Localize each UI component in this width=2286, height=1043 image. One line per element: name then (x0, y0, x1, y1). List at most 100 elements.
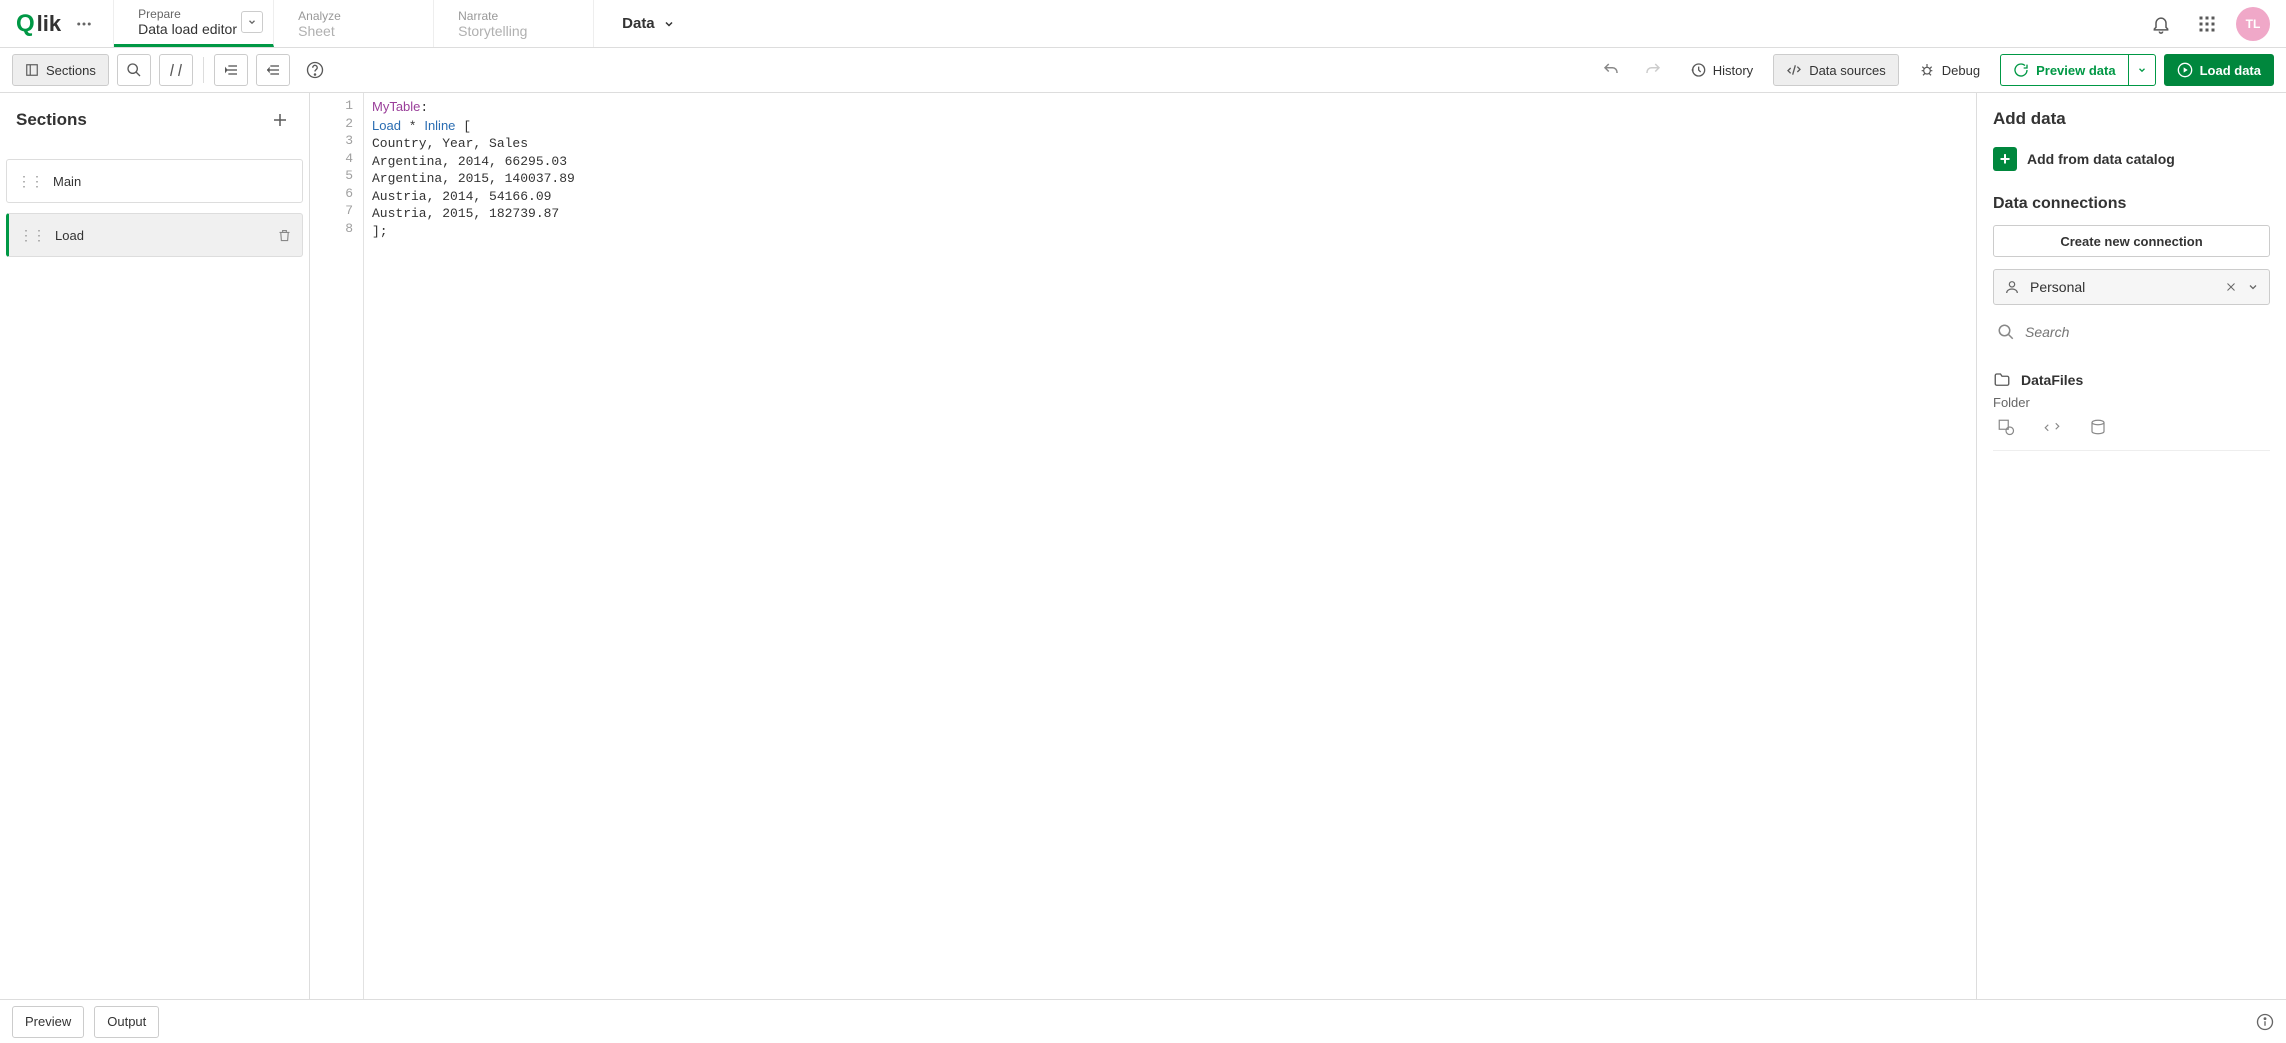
top-nav-bar: Qlik PrepareData load editorAnalyzeSheet… (0, 0, 2286, 48)
data-sources-panel: Add data + Add from data catalog Data co… (1976, 93, 2286, 999)
help-button[interactable] (298, 54, 332, 86)
preview-data-label: Preview data (2036, 63, 2116, 78)
section-item-main[interactable]: ⋮⋮ Main (6, 159, 303, 203)
section-item-label: Main (53, 174, 81, 189)
sections-list: ⋮⋮ Main ⋮⋮ Load (0, 159, 309, 257)
footer-bar: Preview Output (0, 999, 2286, 1043)
preview-data-button[interactable]: Preview data (2000, 54, 2128, 86)
add-section-button[interactable] (267, 107, 293, 133)
code-editor-area: 12345678 MyTable: Load * Inline [ Countr… (310, 93, 1976, 999)
preview-data-dropdown-button[interactable] (2128, 54, 2156, 86)
load-data-label: Load data (2200, 63, 2261, 78)
editor-toolbar: Sections History Data s (0, 48, 2286, 93)
section-item-load[interactable]: ⋮⋮ Load (6, 213, 303, 257)
line-number: 2 (310, 116, 363, 134)
sections-toggle-label: Sections (46, 63, 96, 78)
add-data-title: Add data (1993, 109, 2270, 129)
line-number: 8 (310, 221, 363, 239)
qlik-logo[interactable]: Qlik (16, 10, 61, 38)
nav-tab-label: Data load editor (138, 21, 249, 37)
connection-search-row (1993, 317, 2270, 347)
data-sources-button[interactable]: Data sources (1773, 54, 1899, 86)
add-from-catalog-button[interactable]: + Add from data catalog (1993, 147, 2270, 171)
data-connections-title: Data connections (1993, 195, 2270, 213)
chevron-down-icon[interactable] (241, 11, 263, 33)
nav-tab-label: Storytelling (458, 23, 569, 39)
space-selector-controls (2225, 281, 2259, 293)
user-avatar[interactable]: TL (2236, 7, 2270, 41)
load-data-button[interactable]: Load data (2164, 54, 2274, 86)
debug-button[interactable]: Debug (1907, 54, 1992, 86)
section-item-label: Load (55, 228, 84, 243)
undo-button[interactable] (1594, 54, 1628, 86)
connection-search-input[interactable] (2025, 324, 2266, 340)
avatar-initials: TL (2246, 17, 2261, 31)
space-selector[interactable]: Personal (1993, 269, 2270, 305)
output-tab-button[interactable]: Output (94, 1006, 159, 1038)
sections-sidebar: Sections ⋮⋮ Main ⋮⋮ Load (0, 93, 310, 999)
preview-tab-button[interactable]: Preview (12, 1006, 84, 1038)
nav-tabs: PrepareData load editorAnalyzeSheetNarra… (114, 0, 594, 47)
chevron-down-icon[interactable] (2247, 281, 2259, 293)
line-number: 3 (310, 133, 363, 151)
preview-data-split-button: Preview data (2000, 54, 2156, 86)
data-files-folder[interactable]: DataFiles (1993, 365, 2270, 395)
logo-text: lik (37, 11, 61, 37)
info-icon[interactable] (2256, 1013, 2274, 1031)
data-sources-label: Data sources (1809, 63, 1886, 78)
preview-tab-label: Preview (25, 1014, 71, 1029)
folder-icon (1993, 371, 2011, 389)
sections-toggle-button[interactable]: Sections (12, 54, 109, 86)
search-icon (1997, 323, 2015, 341)
indent-button[interactable] (214, 54, 248, 86)
nav-tab-label: Sheet (298, 23, 409, 39)
nav-tab-category: Narrate (458, 9, 569, 23)
delete-section-icon[interactable] (277, 228, 292, 243)
line-number: 5 (310, 168, 363, 186)
create-connection-label: Create new connection (2060, 234, 2202, 249)
select-data-icon[interactable] (1995, 416, 2017, 438)
chevron-down-icon (663, 18, 675, 30)
folder-name: DataFiles (2021, 372, 2083, 388)
sections-header: Sections (0, 93, 309, 159)
app-launcher-icon[interactable] (2190, 7, 2224, 41)
data-dropdown[interactable]: Data (594, 0, 703, 47)
create-connection-button[interactable]: Create new connection (1993, 225, 2270, 257)
main-body: Sections ⋮⋮ Main ⋮⋮ Load 12345678 MyTable: … (0, 93, 2286, 999)
comment-toggle-button[interactable] (159, 54, 193, 86)
drag-handle-icon[interactable]: ⋮⋮ (19, 227, 45, 244)
logo-area: Qlik (0, 0, 114, 47)
data-dropdown-label: Data (622, 15, 655, 32)
insert-script-icon[interactable] (2041, 416, 2063, 438)
line-number: 4 (310, 151, 363, 169)
drag-handle-icon[interactable]: ⋮⋮ (17, 173, 43, 190)
nav-tab-data-load-editor[interactable]: PrepareData load editor (114, 0, 274, 47)
nav-tab-storytelling[interactable]: NarrateStorytelling (434, 0, 594, 47)
folder-type-label: Folder (1993, 395, 2270, 410)
connection-actions (1993, 410, 2270, 451)
more-menu-icon[interactable] (71, 11, 97, 37)
add-from-catalog-label: Add from data catalog (2027, 151, 2175, 167)
outdent-button[interactable] (256, 54, 290, 86)
history-button[interactable]: History (1678, 54, 1765, 86)
logo-q-icon: Q (16, 10, 35, 38)
debug-label: Debug (1942, 63, 1980, 78)
history-label: History (1713, 63, 1753, 78)
line-number: 6 (310, 186, 363, 204)
search-button[interactable] (117, 54, 151, 86)
edit-connection-icon[interactable] (2087, 416, 2109, 438)
user-icon (2004, 279, 2020, 295)
plus-square-icon: + (1993, 147, 2017, 171)
line-number: 7 (310, 203, 363, 221)
redo-button[interactable] (1636, 54, 1670, 86)
line-number: 1 (310, 98, 363, 116)
output-tab-label: Output (107, 1014, 146, 1029)
space-name: Personal (2030, 279, 2215, 295)
sections-title: Sections (16, 110, 87, 130)
nav-tab-sheet[interactable]: AnalyzeSheet (274, 0, 434, 47)
notifications-icon[interactable] (2144, 7, 2178, 41)
code-editor[interactable]: MyTable: Load * Inline [ Country, Year, … (364, 93, 1976, 999)
nav-tab-category: Analyze (298, 9, 409, 23)
clear-icon[interactable] (2225, 281, 2237, 293)
line-gutter: 12345678 (310, 93, 364, 999)
